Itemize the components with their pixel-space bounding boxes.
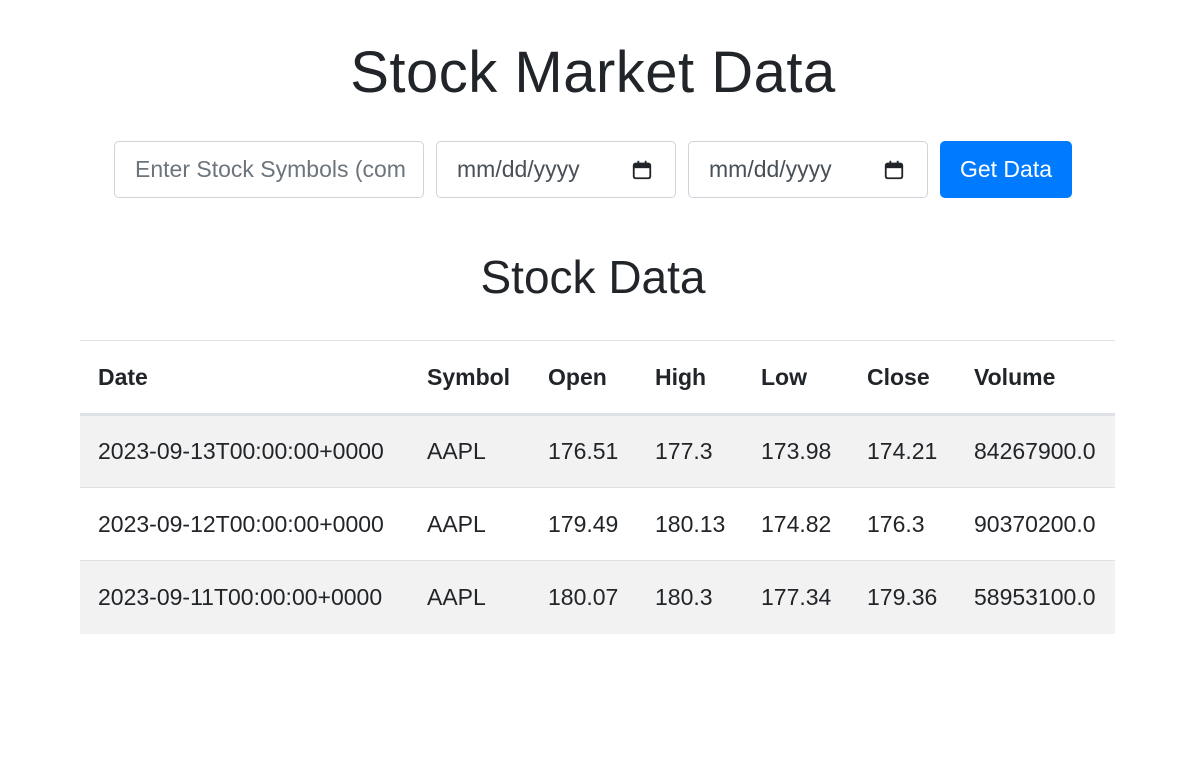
column-header-high: High bbox=[637, 340, 743, 416]
cell-open: 180.07 bbox=[530, 560, 637, 634]
calendar-icon[interactable] bbox=[631, 159, 653, 181]
cell-volume: 84267900.0 bbox=[956, 414, 1115, 488]
end-date-input[interactable]: mm/dd/yyyy bbox=[688, 141, 928, 198]
cell-open: 176.51 bbox=[530, 414, 637, 488]
column-header-symbol: Symbol bbox=[409, 340, 530, 416]
cell-symbol: AAPL bbox=[409, 560, 530, 634]
cell-open: 179.49 bbox=[530, 487, 637, 561]
cell-low: 177.34 bbox=[743, 560, 849, 634]
cell-volume: 58953100.0 bbox=[956, 560, 1115, 634]
get-data-button[interactable]: Get Data bbox=[940, 141, 1072, 198]
cell-high: 180.3 bbox=[637, 560, 743, 634]
column-header-low: Low bbox=[743, 340, 849, 416]
cell-symbol: AAPL bbox=[409, 487, 530, 561]
page-title: Stock Market Data bbox=[350, 40, 836, 105]
page: Stock Market Data Enter Stock Symbols (c… bbox=[0, 0, 1186, 772]
column-header-close: Close bbox=[849, 340, 956, 416]
symbols-input[interactable]: Enter Stock Symbols (com bbox=[114, 141, 424, 198]
cell-high: 177.3 bbox=[637, 414, 743, 488]
cell-symbol: AAPL bbox=[409, 414, 530, 488]
cell-high: 180.13 bbox=[637, 487, 743, 561]
cell-close: 176.3 bbox=[849, 487, 956, 561]
table-row: 2023-09-12T00:00:00+0000 AAPL 179.49 180… bbox=[80, 487, 1115, 561]
end-date-placeholder: mm/dd/yyyy bbox=[709, 156, 832, 182]
cell-date: 2023-09-12T00:00:00+0000 bbox=[80, 487, 409, 561]
cell-date: 2023-09-13T00:00:00+0000 bbox=[80, 414, 409, 488]
symbols-placeholder: Enter Stock Symbols (com bbox=[135, 156, 406, 182]
table-row: 2023-09-13T00:00:00+0000 AAPL 176.51 177… bbox=[80, 414, 1115, 488]
section-title: Stock Data bbox=[480, 251, 706, 303]
calendar-icon[interactable] bbox=[883, 159, 905, 181]
cell-close: 174.21 bbox=[849, 414, 956, 488]
table-row: 2023-09-11T00:00:00+0000 AAPL 180.07 180… bbox=[80, 560, 1115, 634]
column-header-volume: Volume bbox=[956, 340, 1115, 416]
column-header-date: Date bbox=[80, 340, 409, 416]
stock-data-table: Date Symbol Open High Low Close Volume 2… bbox=[80, 340, 1115, 634]
cell-low: 173.98 bbox=[743, 414, 849, 488]
query-form: Enter Stock Symbols (com mm/dd/yyyy mm/d… bbox=[0, 141, 1186, 198]
start-date-input[interactable]: mm/dd/yyyy bbox=[436, 141, 676, 198]
cell-low: 174.82 bbox=[743, 487, 849, 561]
cell-date: 2023-09-11T00:00:00+0000 bbox=[80, 560, 409, 634]
column-header-open: Open bbox=[530, 340, 637, 416]
table-header-row: Date Symbol Open High Low Close Volume bbox=[80, 340, 1115, 416]
start-date-placeholder: mm/dd/yyyy bbox=[457, 156, 580, 182]
cell-close: 179.36 bbox=[849, 560, 956, 634]
cell-volume: 90370200.0 bbox=[956, 487, 1115, 561]
